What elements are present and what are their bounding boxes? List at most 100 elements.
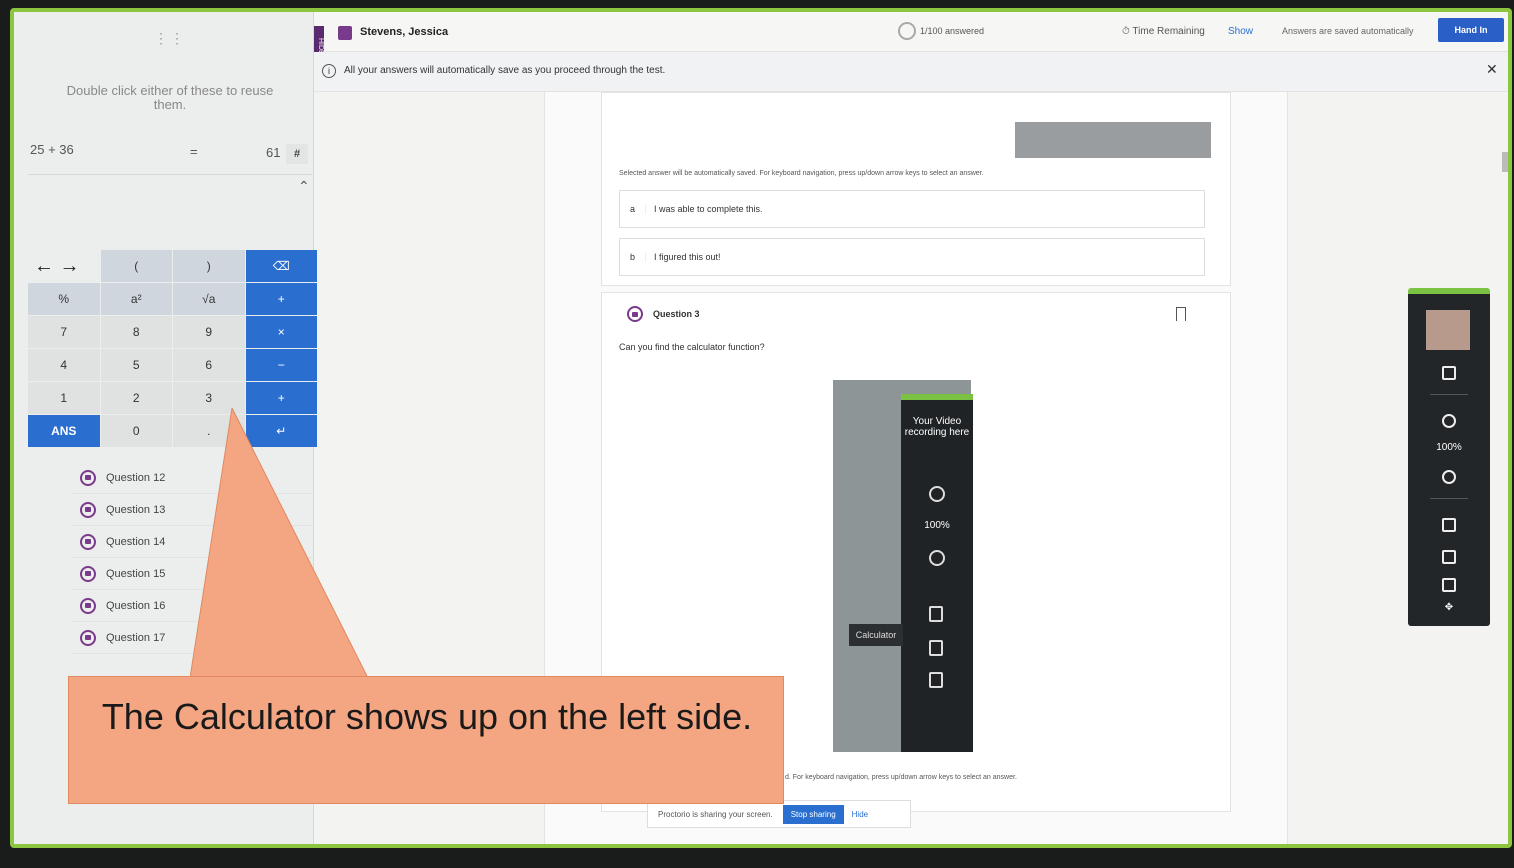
edit-icon xyxy=(929,640,943,656)
chat-icon[interactable] xyxy=(1442,578,1456,592)
hand-in-button[interactable]: Hand In xyxy=(1438,18,1504,42)
stop-sharing-button[interactable]: Stop sharing xyxy=(782,804,844,824)
question-label: Question 17 xyxy=(106,631,166,644)
question-label: Question 13 xyxy=(106,503,166,516)
show-time-link[interactable]: Show xyxy=(1228,26,1253,37)
calculator-icon[interactable] xyxy=(1442,518,1456,532)
calc-expression[interactable]: 25 + 36 xyxy=(30,142,74,157)
key-ans[interactable]: ANS xyxy=(28,415,100,447)
key-1[interactable]: 1 xyxy=(28,382,100,414)
webcam-preview xyxy=(1426,310,1470,350)
key-add[interactable]: + xyxy=(245,283,317,315)
key-percent[interactable]: % xyxy=(28,283,100,315)
question-label: Question 12 xyxy=(106,471,166,484)
key-multiply[interactable]: × xyxy=(245,316,317,348)
key-open-paren[interactable]: ( xyxy=(100,250,173,282)
option-text: I figured this out! xyxy=(654,252,721,262)
keypad-row: % a² √a + xyxy=(28,283,318,315)
divider xyxy=(1430,394,1468,395)
screenshot-toolbar: Your Video recording here 100% xyxy=(901,394,973,752)
key-0[interactable]: 0 xyxy=(100,415,172,447)
question-text: Can you find the calculator function? xyxy=(619,342,765,352)
calculator-tooltip: Calculator xyxy=(849,624,903,646)
key-backspace[interactable]: ⌫ xyxy=(245,250,317,282)
answer-note: d. For keyboard navigation, press up/dow… xyxy=(785,774,1017,781)
key-square[interactable]: a² xyxy=(100,283,172,315)
key-sqrt[interactable]: √a xyxy=(173,283,245,315)
zoom-out-icon[interactable] xyxy=(1442,470,1456,484)
scrollbar[interactable] xyxy=(1502,152,1508,172)
key-4[interactable]: 4 xyxy=(28,349,100,381)
key-close-paren[interactable]: ) xyxy=(173,250,245,282)
question-icon xyxy=(80,565,96,582)
zoom-in-icon[interactable] xyxy=(1442,414,1456,428)
zoom-level: 100% xyxy=(924,520,950,531)
student-name: Stevens, Jessica xyxy=(360,26,449,38)
option-letter: a xyxy=(620,204,646,214)
info-message: All your answers will automatically save… xyxy=(344,65,666,76)
hide-link[interactable]: Hide xyxy=(852,810,868,819)
drag-handle-icon[interactable]: ⋮⋮ xyxy=(154,30,186,47)
divider xyxy=(28,174,312,175)
divider xyxy=(1430,498,1468,499)
question-title: Question 3 xyxy=(653,309,700,319)
move-icon[interactable]: ✥ xyxy=(1408,602,1490,613)
question-icon xyxy=(627,306,643,322)
key-5[interactable]: 5 xyxy=(100,349,172,381)
callout-box: The Calculator shows up on the left side… xyxy=(68,676,784,804)
question-label: Question 15 xyxy=(106,567,166,580)
calc-format-button[interactable]: # xyxy=(286,144,308,164)
callout-pointer-shape xyxy=(190,408,369,678)
collapse-icon[interactable]: ⌃ xyxy=(298,178,310,195)
key-arrows[interactable]: ← → xyxy=(28,250,100,282)
key-9[interactable]: 9 xyxy=(173,316,245,348)
key-2[interactable]: 2 xyxy=(100,382,172,414)
progress-text: 1/100 answered xyxy=(920,26,985,36)
calc-equals: = xyxy=(190,144,198,159)
info-icon: i xyxy=(322,64,336,78)
autosave-status: Answers are saved automatically xyxy=(1282,26,1414,36)
calculator-icon xyxy=(929,606,943,622)
edit-icon[interactable] xyxy=(1442,550,1456,564)
option-letter: b xyxy=(620,252,646,262)
keypad-row: 7 8 9 × xyxy=(28,316,318,348)
question-icon xyxy=(80,533,96,550)
answer-note: Selected answer will be automatically sa… xyxy=(619,170,984,177)
calc-result[interactable]: 61 xyxy=(266,145,280,160)
top-bar: Stevens, Jessica 1/100 answered ⏱ Time R… xyxy=(314,12,1508,52)
screen-share-bar: Proctorio is sharing your screen. Stop s… xyxy=(647,800,911,828)
video-text: Your Video recording here xyxy=(904,416,970,438)
key-6[interactable]: 6 xyxy=(173,349,245,381)
keypad-row: 4 5 6 − xyxy=(28,349,318,381)
question-label: Question 16 xyxy=(106,599,166,612)
battery-icon xyxy=(1442,366,1456,380)
bookmark-icon[interactable] xyxy=(1176,307,1186,321)
question-header: Question 3 xyxy=(619,306,700,322)
question-icon xyxy=(80,469,96,486)
key-7[interactable]: 7 xyxy=(28,316,100,348)
progress-indicator: 1/100 answered xyxy=(898,22,984,40)
answer-option-a[interactable]: a I was able to complete this. xyxy=(619,190,1205,228)
zoom-out-icon xyxy=(929,550,945,566)
time-remaining-text: Time Remaining xyxy=(1132,26,1205,37)
keypad-row: ← → ( ) ⌫ xyxy=(28,250,318,282)
chat-icon xyxy=(929,672,943,688)
progress-ring-icon xyxy=(898,22,916,40)
proctor-toolbar: 100% ✥ xyxy=(1408,288,1490,626)
app-logo-icon xyxy=(338,26,352,40)
question-icon xyxy=(80,501,96,518)
time-remaining-label: ⏱ Time Remaining xyxy=(1122,26,1205,37)
option-text: I was able to complete this. xyxy=(654,204,763,214)
key-8[interactable]: 8 xyxy=(100,316,172,348)
screen: ⋮⋮ Double click either of these to reuse… xyxy=(10,8,1512,848)
close-icon[interactable]: ✕ xyxy=(1486,61,1498,78)
key-subtract[interactable]: − xyxy=(245,349,317,381)
zoom-level: 100% xyxy=(1436,442,1462,453)
callout-pointer xyxy=(190,408,369,678)
callout-text: The Calculator shows up on the left side… xyxy=(101,696,753,737)
share-status: Proctorio is sharing your screen. xyxy=(658,809,773,819)
question-icon xyxy=(80,597,96,614)
question-label: Question 14 xyxy=(106,535,166,548)
answer-option-b[interactable]: b I figured this out! xyxy=(619,238,1205,276)
question-icon xyxy=(80,629,96,646)
